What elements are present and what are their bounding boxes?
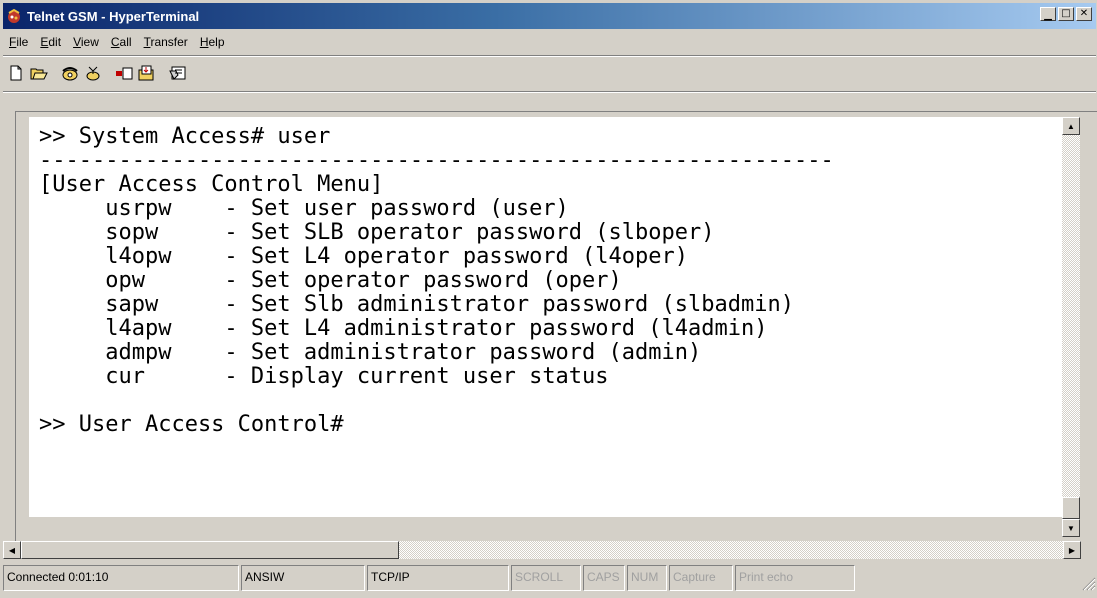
terminal-line: l4apw - Set L4 administrator password (l… — [39, 316, 768, 341]
send-button[interactable] — [113, 62, 135, 84]
menu-help[interactable]: Help — [194, 35, 231, 49]
terminal-line: usrpw - Set user password (user) — [39, 196, 569, 221]
menu-file[interactable]: File — [3, 35, 34, 49]
receive-button[interactable] — [136, 62, 158, 84]
toolbar-divider-top — [3, 55, 1096, 57]
close-button[interactable]: ✕ — [1076, 7, 1092, 21]
terminal-line: opw - Set operator password (oper) — [39, 268, 622, 293]
status-scroll: SCROLL — [511, 565, 581, 591]
menu-view[interactable]: View — [67, 35, 105, 49]
minimize-icon: ▁ — [1044, 10, 1052, 21]
arrow-up-icon: ▲ — [1067, 121, 1075, 131]
properties-button[interactable] — [167, 62, 189, 84]
toolbar-divider-bottom — [3, 91, 1096, 93]
terminal-line: cur - Display current user status — [39, 364, 609, 389]
status-bar: Connected 0:01:10 ANSIW TCP/IP SCROLL CA… — [3, 565, 1096, 593]
call-icon — [62, 67, 78, 81]
resize-grip-icon[interactable] — [1080, 575, 1096, 591]
horizontal-scrollbar[interactable]: ◀ ▶ — [3, 541, 1081, 559]
minimize-button[interactable]: ▁ — [1040, 7, 1056, 21]
terminal-line: [User Access Control Menu] — [39, 172, 384, 197]
terminal-line: sapw - Set Slb administrator password (s… — [39, 292, 794, 317]
vertical-scroll-track[interactable] — [1062, 135, 1080, 519]
maximize-icon: □ — [1061, 8, 1071, 19]
new-icon — [10, 65, 22, 81]
open-icon — [30, 68, 48, 80]
disconnect-button[interactable] — [82, 62, 104, 84]
terminal-screen[interactable]: >> System Access# user ------------------… — [29, 117, 1063, 517]
arrow-down-icon: ▼ — [1067, 523, 1075, 533]
scroll-left-button[interactable]: ◀ — [3, 541, 21, 559]
status-num: NUM — [627, 565, 667, 591]
horizontal-scroll-thumb[interactable] — [21, 541, 399, 559]
status-emulation: ANSIW — [241, 565, 365, 591]
disconnect-icon — [86, 66, 100, 81]
call-button[interactable] — [59, 62, 81, 84]
terminal-line: ----------------------------------------… — [39, 148, 834, 173]
vertical-scrollbar[interactable]: ▲ ▼ — [1062, 117, 1080, 537]
menu-bar: File Edit View Call Transfer Help — [3, 31, 231, 53]
open-button[interactable] — [28, 62, 50, 84]
menu-call[interactable]: Call — [105, 35, 138, 49]
menu-edit[interactable]: Edit — [34, 35, 67, 49]
status-protocol: TCP/IP — [367, 565, 509, 591]
close-icon: ✕ — [1079, 8, 1089, 19]
properties-icon — [169, 66, 186, 80]
maximize-button[interactable]: □ — [1058, 7, 1074, 21]
vertical-scroll-thumb[interactable] — [1062, 497, 1080, 519]
terminal-line: >> User Access Control# — [39, 412, 344, 437]
hyperterminal-app-icon[interactable] — [6, 8, 22, 24]
menu-transfer[interactable]: Transfer — [138, 35, 194, 49]
terminal-line: admpw - Set administrator password (admi… — [39, 340, 702, 365]
window-title: Telnet GSM - HyperTerminal — [27, 8, 200, 24]
hyperterminal-window: Telnet GSM - HyperTerminal ▁ □ ✕ File Edi… — [0, 0, 1097, 598]
new-button[interactable] — [5, 62, 27, 84]
toolbar — [5, 59, 190, 87]
scroll-down-button[interactable]: ▼ — [1062, 519, 1080, 537]
arrow-left-icon: ◀ — [8, 545, 16, 555]
scroll-up-button[interactable]: ▲ — [1062, 117, 1080, 135]
window-controls: ▁ □ ✕ — [1038, 7, 1092, 21]
terminal-line: sopw - Set SLB operator password (slbope… — [39, 220, 715, 245]
status-print-echo: Print echo — [735, 565, 855, 591]
terminal-line: >> System Access# user — [39, 124, 331, 149]
send-icon — [116, 67, 133, 80]
title-bar[interactable]: Telnet GSM - HyperTerminal ▁ □ ✕ — [3, 3, 1096, 29]
receive-icon — [138, 65, 154, 81]
status-connected: Connected 0:01:10 — [3, 565, 239, 591]
status-caps: CAPS — [583, 565, 625, 591]
arrow-right-icon: ▶ — [1068, 545, 1076, 555]
status-capture: Capture — [669, 565, 733, 591]
terminal-line: l4opw - Set L4 operator password (l4oper… — [39, 244, 689, 269]
scroll-right-button[interactable]: ▶ — [1063, 541, 1081, 559]
